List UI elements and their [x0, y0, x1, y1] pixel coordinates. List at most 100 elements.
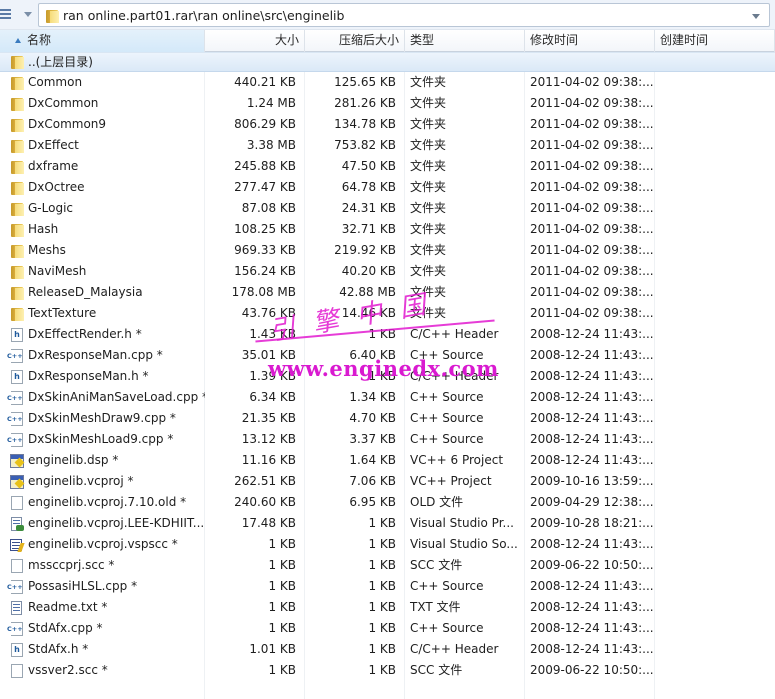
file-modified: 2008-12-24 11:43:... — [530, 537, 654, 551]
file-type: VC++ Project — [410, 474, 492, 488]
file-name: Common — [28, 75, 83, 89]
file-row[interactable]: Readme.txt * 1 KB 1 KB TXT 文件 2008-12-24 11:… — [0, 597, 775, 618]
file-created — [655, 513, 775, 534]
folder-icon — [9, 306, 25, 322]
file-row[interactable]: ReleaseD_Malaysia 178.08 MB 42.88 MB 文件夹 201… — [0, 282, 775, 303]
column-header-packed-size[interactable]: 压缩后大小 — [305, 30, 405, 52]
column-header-modified[interactable]: 修改时间 — [525, 30, 655, 52]
file-row[interactable]: enginelib.vcproj.7.10.old * 240.60 KB 6.95… — [0, 492, 775, 513]
file-row[interactable]: h DxResponseMan.h * 1.39 KB 1 KB C/C++ Heade… — [0, 366, 775, 387]
file-name: DxResponseMan.h * — [28, 369, 149, 383]
file-row[interactable]: C++ DxSkinMeshDraw9.cpp * 21.35 KB 4.70 KB C… — [0, 408, 775, 429]
file-row[interactable]: enginelib.vcproj.vspscc * 1 KB 1 KB Visual … — [0, 534, 775, 555]
file-name: Readme.txt * — [28, 600, 108, 614]
file-size: 240.60 KB — [234, 495, 296, 509]
file-row[interactable]: C++ DxSkinMeshLoad9.cpp * 13.12 KB 3.37 KB C… — [0, 429, 775, 450]
file-type: 文件夹 — [410, 159, 447, 173]
file-modified: 2011-04-02 09:38:... — [530, 96, 654, 110]
file-list: ..(上层目录) Common 440.21 KB 125.65 KB 文件夹 2011… — [0, 52, 775, 699]
file-created — [655, 534, 775, 555]
folder-icon — [9, 180, 25, 196]
file-row[interactable]: vssver2.scc * 1 KB 1 KB SCC 文件 2009-06-22 10… — [0, 660, 775, 681]
file-row[interactable]: mssccprj.scc * 1 KB 1 KB SCC 文件 2009-06-22 1… — [0, 555, 775, 576]
file-row[interactable]: Meshs 969.33 KB 219.92 KB 文件夹 2011-04-02 09:… — [0, 240, 775, 261]
column-header-created[interactable]: 创建时间 — [655, 30, 775, 52]
file-name: DxEffect — [28, 138, 79, 152]
parent-directory-row[interactable]: ..(上层目录) — [0, 52, 775, 72]
file-created — [655, 261, 775, 282]
file-row[interactable]: C++ DxSkinAniManSaveLoad.cpp * 6.34 KB 1.34… — [0, 387, 775, 408]
hamburger-menu-icon[interactable] — [0, 9, 11, 20]
folder-icon — [9, 243, 25, 259]
file-created — [655, 450, 775, 471]
text-file-icon — [9, 600, 25, 616]
file-row[interactable]: h StdAfx.h * 1.01 KB 1 KB C/C++ Header 2008-1… — [0, 639, 775, 660]
file-packed-size: 1.34 KB — [349, 390, 396, 404]
cpp-file-icon: C++ — [7, 348, 25, 364]
file-packed-size: 1 KB — [368, 600, 396, 614]
file-type: C++ Source — [410, 621, 484, 635]
folder-icon — [9, 75, 25, 91]
file-row[interactable]: h DxEffectRender.h * 1.43 KB 1 KB C/C++ Head… — [0, 324, 775, 345]
file-row[interactable]: dxframe 245.88 KB 47.50 KB 文件夹 2011-04-02 09… — [0, 156, 775, 177]
file-row[interactable]: C++ StdAfx.cpp * 1 KB 1 KB C++ Source 2008-12… — [0, 618, 775, 639]
file-row[interactable]: C++ PossasiHLSL.cpp * 1 KB 1 KB C++ Source 20… — [0, 576, 775, 597]
file-size: 1 KB — [268, 579, 296, 593]
file-row[interactable]: Common 440.21 KB 125.65 KB 文件夹 2011-04-02 09… — [0, 72, 775, 93]
file-name-cell: enginelib.dsp * — [0, 450, 205, 471]
file-row[interactable]: enginelib.vcproj.LEE-KDHIIT... 17.48 KB 1 … — [0, 513, 775, 534]
file-packed-size: 6.40 KB — [349, 348, 396, 362]
file-row[interactable]: G-Logic 87.08 KB 24.31 KB 文件夹 2011-04-02 09:… — [0, 198, 775, 219]
file-name: DxSkinAniManSaveLoad.cpp * — [28, 390, 205, 404]
file-packed-size: 1 KB — [368, 579, 396, 593]
file-name-cell: enginelib.vcproj.7.10.old * — [0, 492, 205, 513]
file-created — [655, 219, 775, 240]
file-row[interactable]: enginelib.dsp * 11.16 KB 1.64 KB VC++ 6 Pro… — [0, 450, 775, 471]
file-type: VC++ 6 Project — [410, 453, 504, 467]
file-row[interactable]: DxCommon9 806.29 KB 134.78 KB 文件夹 2011-04-02… — [0, 114, 775, 135]
project-file-icon — [9, 453, 25, 469]
file-size: 277.47 KB — [234, 180, 296, 194]
file-modified: 2008-12-24 11:43:... — [530, 453, 654, 467]
file-size: 43.76 KB — [241, 306, 296, 320]
history-dropdown-icon[interactable] — [24, 12, 32, 17]
file-row[interactable]: TextTexture 43.76 KB 14.46 KB 文件夹 2011-04-02… — [0, 303, 775, 324]
file-size: 156.24 KB — [234, 264, 296, 278]
file-size: 1.24 MB — [246, 96, 296, 110]
folder-icon — [9, 285, 25, 301]
cpp-file-icon: C++ — [7, 390, 25, 406]
file-size: 1 KB — [268, 558, 296, 572]
file-type: OLD 文件 — [410, 495, 464, 509]
header-file-icon: h — [9, 327, 25, 343]
cpp-file-icon: C++ — [7, 432, 25, 448]
column-header-name[interactable]: 名称 — [0, 30, 205, 52]
address-bar[interactable]: ran online.part01.rar\ran online\src\eng… — [38, 3, 770, 27]
file-row[interactable]: Hash 108.25 KB 32.71 KB 文件夹 2011-04-02 09:38… — [0, 219, 775, 240]
file-row[interactable]: enginelib.vcproj * 262.51 KB 7.06 KB VC++ P… — [0, 471, 775, 492]
file-row[interactable]: NaviMesh 156.24 KB 40.20 KB 文件夹 2011-04-02 0… — [0, 261, 775, 282]
blank-file-icon — [9, 495, 25, 511]
source-control-file-icon — [9, 537, 25, 553]
file-name: dxframe — [28, 159, 79, 173]
file-packed-size: 1 KB — [368, 369, 396, 383]
file-size: 1 KB — [268, 600, 296, 614]
column-header-type[interactable]: 类型 — [405, 30, 525, 52]
file-name: NaviMesh — [28, 264, 87, 278]
file-row[interactable]: DxCommon 1.24 MB 281.26 KB 文件夹 2011-04-02 09… — [0, 93, 775, 114]
file-row[interactable]: C++ DxResponseMan.cpp * 35.01 KB 6.40 KB C++… — [0, 345, 775, 366]
address-path[interactable]: ran online.part01.rar\ran online\src\eng… — [63, 8, 344, 23]
file-size: 11.16 KB — [241, 453, 296, 467]
file-created — [655, 576, 775, 597]
column-header-size[interactable]: 大小 — [205, 30, 305, 52]
file-name: enginelib.vcproj.vspscc * — [28, 537, 178, 551]
file-row[interactable]: DxOctree 277.47 KB 64.78 KB 文件夹 2011-04-02 0… — [0, 177, 775, 198]
address-dropdown-icon[interactable] — [752, 14, 760, 19]
file-created — [655, 198, 775, 219]
file-modified: 2008-12-24 11:43:... — [530, 411, 654, 425]
header-file-icon: h — [9, 369, 25, 385]
folder-icon — [9, 201, 25, 217]
file-row[interactable]: DxEffect 3.38 MB 753.82 KB 文件夹 2011-04-02 09… — [0, 135, 775, 156]
file-name-cell: enginelib.vcproj.LEE-KDHIIT... — [0, 513, 205, 534]
file-size: 806.29 KB — [234, 117, 296, 131]
file-modified: 2008-12-24 11:43:... — [530, 621, 654, 635]
